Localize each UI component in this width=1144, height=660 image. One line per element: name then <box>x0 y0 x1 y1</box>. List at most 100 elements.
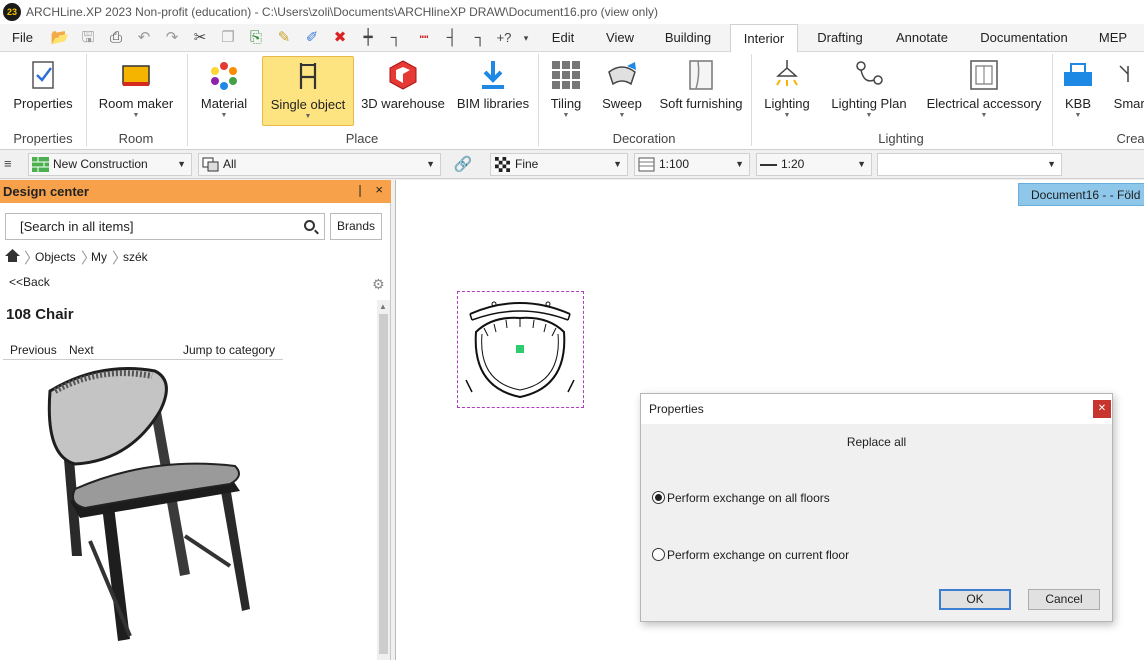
tab-building[interactable]: Building <box>655 24 721 52</box>
paste-icon[interactable]: ⎘ <box>246 28 266 48</box>
material-palette-icon <box>211 62 237 90</box>
extra-combo[interactable]: ▼ <box>877 153 1062 176</box>
tab-interior[interactable]: Interior <box>730 24 798 53</box>
line-scale-combo[interactable]: 1:20 ▼ <box>756 153 872 176</box>
group-label-properties: Properties <box>13 131 73 146</box>
3d-warehouse-button[interactable]: 3D warehouse <box>358 56 448 126</box>
pin-icon[interactable]: ❘ <box>355 183 365 197</box>
option-current-floor[interactable]: Perform exchange on current floor <box>652 548 849 562</box>
sweep-icon <box>608 62 636 86</box>
search-input[interactable]: [Search in all items] <box>5 213 325 240</box>
home-icon[interactable] <box>5 249 20 262</box>
sweep-button[interactable]: Sweep ▼ <box>598 56 646 126</box>
panel-scrollbar[interactable]: ▲ <box>377 300 390 660</box>
cancel-button[interactable]: Cancel <box>1028 589 1100 610</box>
layer-tools-icon[interactable]: ≡ <box>4 156 12 171</box>
tab-annotate[interactable]: Annotate <box>885 24 959 52</box>
next-link[interactable]: Next <box>69 343 94 357</box>
trim-icon[interactable]: ┉ <box>414 28 434 48</box>
dimension-icon[interactable]: ┿ <box>358 28 378 48</box>
chevron-down-icon: ▼ <box>220 112 228 119</box>
group-label-lighting: Lighting <box>878 131 924 146</box>
search-icon[interactable] <box>304 220 315 231</box>
document-tab[interactable]: Document16 - - Föld <box>1018 183 1144 206</box>
curtain-icon <box>689 60 713 90</box>
back-link[interactable]: <<Back <box>9 275 50 289</box>
breadcrumb-szek[interactable]: szék <box>123 250 148 264</box>
file-menu[interactable]: File <box>12 30 33 45</box>
scale-combo[interactable]: 1:100 ▼ <box>634 153 750 176</box>
scroll-up-icon[interactable]: ▲ <box>379 302 387 311</box>
jump-to-category-link[interactable]: Jump to category <box>183 343 275 357</box>
brands-button[interactable]: Brands <box>330 213 382 240</box>
chevron-down-icon: ▼ <box>426 159 435 169</box>
layer-toolbar: ≡ New Construction ▼ All ▼ 🔗 Fine ▼ 1:10… <box>0 151 1144 179</box>
title-bar: 23 ARCHLine.XP 2023 Non-profit (educatio… <box>0 0 1144 24</box>
extend-icon[interactable]: ┤ <box>442 28 462 48</box>
smart-button[interactable]: Smart <box>1106 56 1144 126</box>
radio-unselected-icon[interactable] <box>652 548 665 561</box>
option-all-floors[interactable]: Perform exchange on all floors <box>652 491 830 505</box>
gear-icon[interactable]: ⚙ <box>372 276 385 293</box>
room-maker-button[interactable]: Room maker ▼ <box>92 56 180 126</box>
bim-libraries-button[interactable]: BIM libraries <box>452 56 534 126</box>
tiling-grid-icon <box>552 61 580 89</box>
quality-combo[interactable]: Fine ▼ <box>490 153 628 176</box>
design-center-panel: Design center ❘ × [Search in all items] … <box>0 180 391 660</box>
print-icon[interactable]: ⎙ <box>106 28 126 48</box>
scrollbar-thumb[interactable] <box>379 314 388 654</box>
copy-icon[interactable]: ❐ <box>218 28 238 48</box>
chair-icon <box>299 63 317 89</box>
snap-options-icon[interactable]: +? <box>494 28 514 48</box>
undo-icon[interactable]: ↶ <box>134 28 154 48</box>
group-label-place: Place <box>345 131 379 146</box>
insertion-point-icon[interactable] <box>516 345 524 353</box>
group-label-create: Create <box>1116 131 1144 146</box>
filter-combo[interactable]: All ▼ <box>198 153 441 176</box>
ok-button[interactable]: OK <box>939 589 1011 610</box>
line-style-icon <box>760 164 777 166</box>
dialog-title: Properties <box>641 394 1112 424</box>
corner-icon[interactable]: ┐ <box>470 28 490 48</box>
breadcrumb-my[interactable]: My <box>91 250 107 264</box>
material-button[interactable]: Material ▼ <box>192 56 256 126</box>
item-title: 108 Chair <box>6 306 74 323</box>
checkerboard-icon <box>495 157 510 172</box>
group-label-decoration: Decoration <box>612 131 676 146</box>
chair-preview-image[interactable] <box>30 366 250 648</box>
tab-documentation[interactable]: Documentation <box>970 24 1078 52</box>
breadcrumb-objects[interactable]: Objects <box>35 250 76 264</box>
properties-button[interactable]: Properties <box>6 56 80 126</box>
tiling-button[interactable]: Tiling ▼ <box>544 56 588 126</box>
selection-box[interactable] <box>457 291 584 408</box>
app-logo-icon: 23 <box>3 3 21 21</box>
chair-plan-symbol[interactable] <box>458 292 583 407</box>
ceiling-light-icon <box>776 60 798 86</box>
tab-drafting[interactable]: Drafting <box>807 24 873 52</box>
save-icon[interactable]: 🖫 <box>78 28 98 48</box>
electrical-accessory-button[interactable]: Electrical accessory ▼ <box>924 56 1044 126</box>
close-icon[interactable]: × <box>375 182 383 197</box>
tab-mep[interactable]: MEP <box>1088 24 1138 52</box>
open-folder-icon[interactable]: 📂 <box>50 28 70 48</box>
layer-combo[interactable]: New Construction ▼ <box>28 153 192 176</box>
close-icon[interactable]: ✕ <box>1093 400 1111 418</box>
tab-view[interactable]: View <box>596 24 644 52</box>
lighting-button[interactable]: Lighting ▼ <box>758 56 816 126</box>
format-painter-icon[interactable]: ✎ <box>274 28 294 48</box>
previous-link[interactable]: Previous <box>10 343 57 357</box>
tab-edit[interactable]: Edit <box>541 24 585 52</box>
cut-icon[interactable]: ✂ <box>190 28 210 48</box>
delete-icon[interactable]: ✖ <box>330 28 350 48</box>
breadcrumb: 〉 Objects 〉 My 〉 szék <box>0 246 391 267</box>
link-icon[interactable]: 🔗 <box>452 155 474 175</box>
redo-icon[interactable]: ↷ <box>162 28 182 48</box>
soft-furnishing-button[interactable]: Soft furnishing <box>656 56 746 126</box>
single-object-button[interactable]: Single object ▼ <box>262 56 354 126</box>
radio-selected-icon[interactable] <box>652 491 665 504</box>
customize-toolbar-icon[interactable]: ▾ <box>516 28 536 48</box>
lighting-plan-button[interactable]: Lighting Plan ▼ <box>828 56 910 126</box>
kbb-button[interactable]: KBB ▼ <box>1058 56 1098 126</box>
measure-icon[interactable]: ┐ <box>386 28 406 48</box>
eyedropper-icon[interactable]: ✐ <box>302 28 322 48</box>
